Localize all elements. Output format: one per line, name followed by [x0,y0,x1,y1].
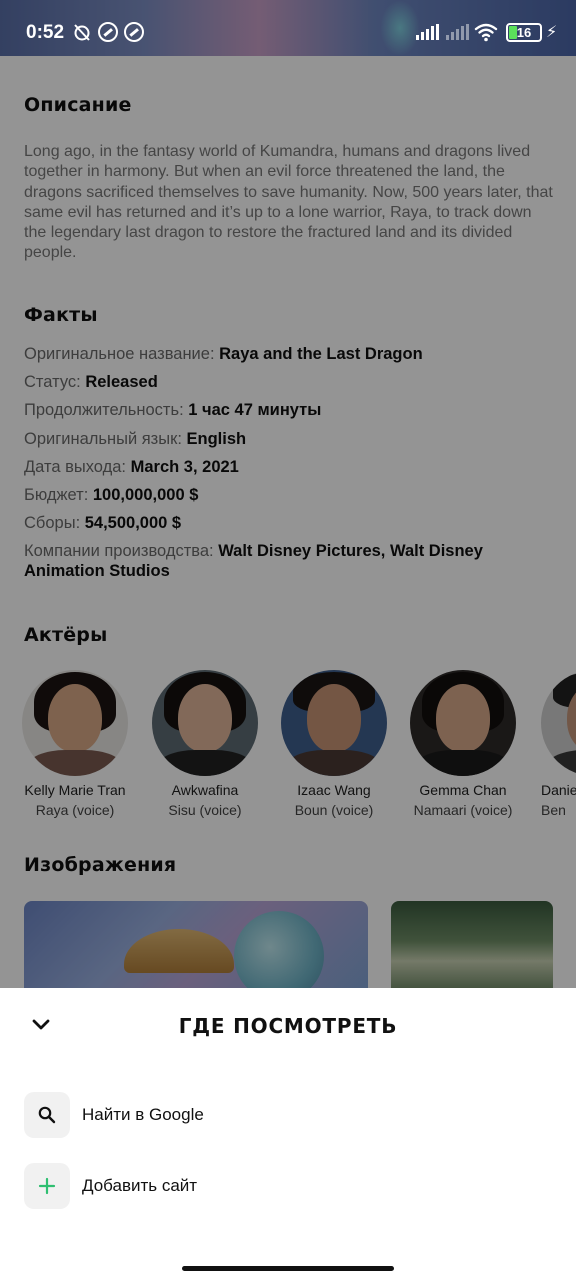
status-bar: 0:52 16 ⚡ [0,0,576,56]
charging-icon: ⚡ [546,24,558,41]
home-indicator[interactable] [182,1266,394,1271]
where-to-watch-sheet: ГДЕ ПОСМОТРЕТЬ Найти в Google Добавить с… [0,988,576,1280]
alarm-off-icon [74,24,90,41]
add-site-button[interactable]: Добавить сайт [24,1163,544,1211]
battery-icon: 16 [506,23,542,42]
plus-icon [24,1163,70,1209]
signal-strength-icon [416,24,439,40]
add-site-label: Добавить сайт [82,1176,198,1195]
search-google-label: Найти в Google [82,1105,204,1124]
clock: 0:52 [26,22,65,43]
search-icon [24,1092,70,1138]
sheet-title: ГДЕ ПОСМОТРЕТЬ [178,1014,398,1038]
blocked-notification-icon [98,22,118,42]
wifi-icon [474,23,498,42]
signal-weak-icon [446,24,469,40]
search-google-button[interactable]: Найти в Google [24,1092,544,1140]
blocked-notification-icon [124,22,144,42]
